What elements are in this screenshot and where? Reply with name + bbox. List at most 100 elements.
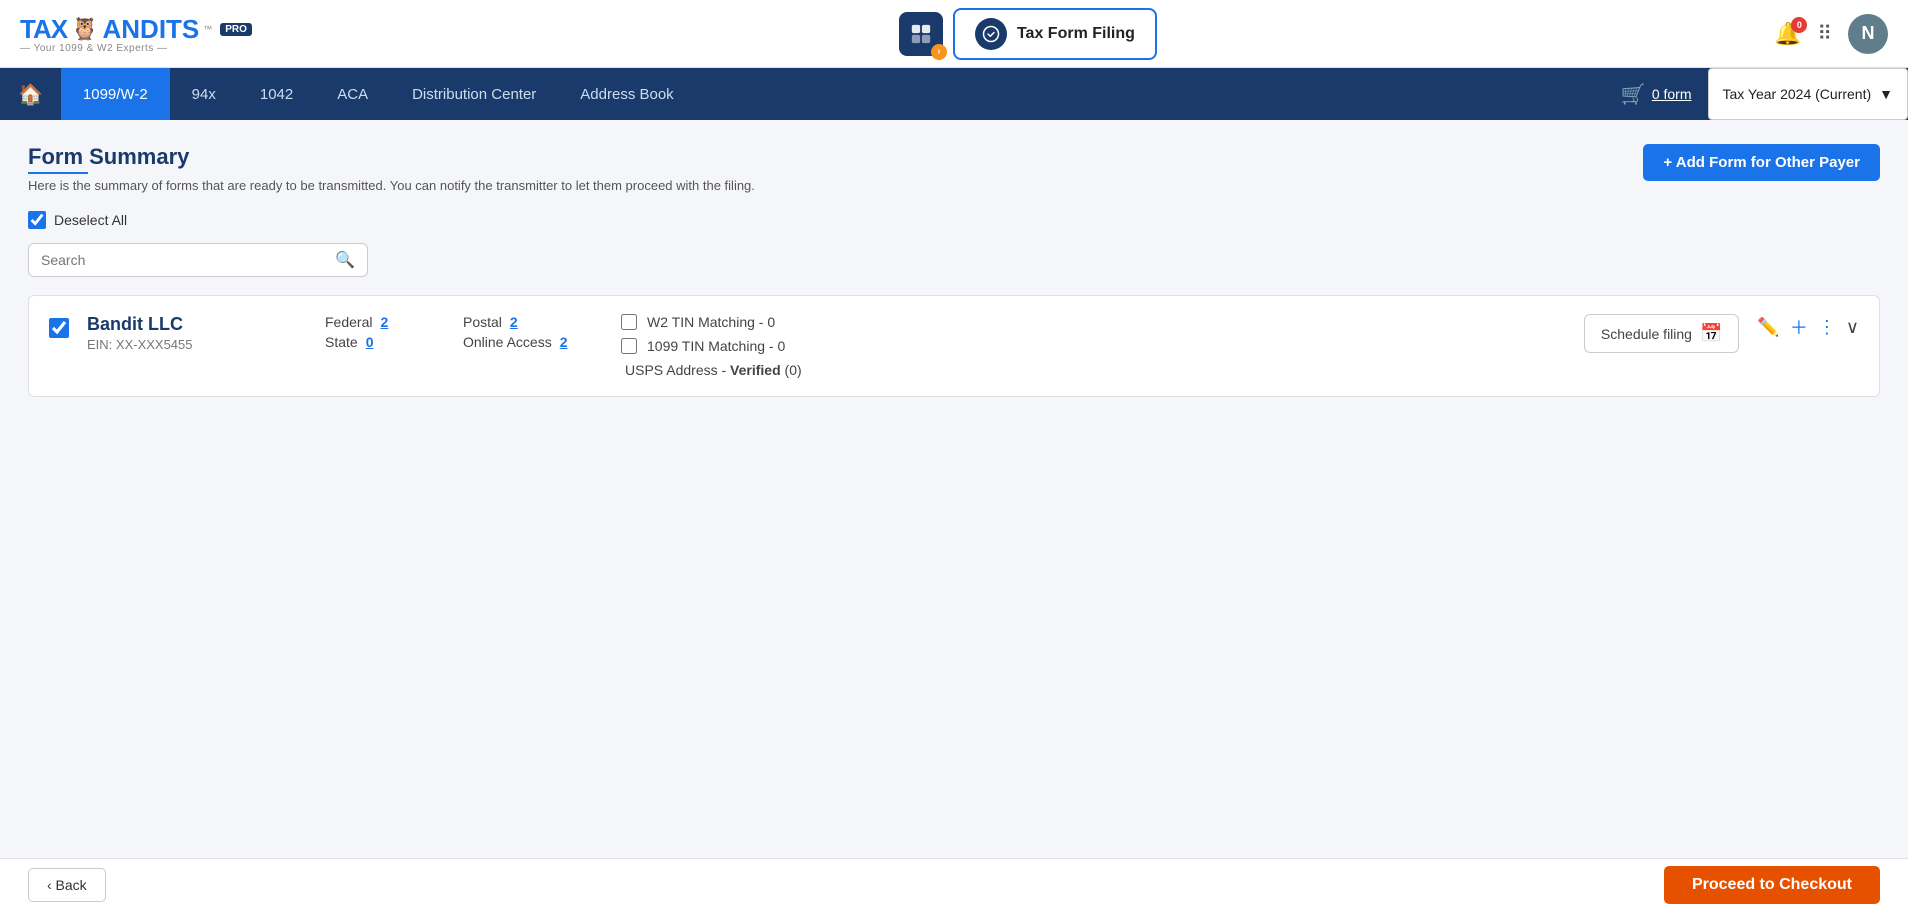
home-icon: 🏠 [18, 82, 43, 107]
search-input[interactable] [41, 252, 327, 268]
tm-badge: ™ [203, 24, 212, 34]
nav-item-1099w2-label: 1099/W-2 [83, 86, 148, 103]
action-icons: ✏️ ＋ ⋮ ∨ [1757, 314, 1859, 340]
proceed-to-checkout-button[interactable]: Proceed to Checkout [1664, 866, 1880, 904]
logo-andits: ANDITS [102, 14, 199, 45]
payer-card: Bandit LLC EIN: XX-XXX5455 Federal 2 Sta… [28, 295, 1880, 397]
form-summary-header: Form Summary Here is the summary of form… [28, 144, 1880, 193]
search-button[interactable]: 🔍 [335, 250, 355, 270]
nav-item-aca-label: ACA [337, 86, 368, 103]
schedule-filing-button[interactable]: Schedule filing 📅 [1584, 314, 1739, 353]
tax-year-dropdown[interactable]: Tax Year 2024 (Current) ▼ [1708, 68, 1908, 120]
header-right: 🔔 0 ⠿ N [1774, 14, 1888, 54]
w2-tin-label: W2 TIN Matching - 0 [647, 314, 775, 330]
payer-checkbox[interactable] [49, 318, 69, 338]
logo-tax: TAX [20, 14, 67, 45]
tax-year-chevron-icon: ▼ [1879, 86, 1893, 102]
footer-bar: ‹ Back Proceed to Checkout [0, 858, 1908, 910]
online-access-count-row: Online Access 2 [463, 334, 603, 350]
search-row: 🔍 [28, 243, 1880, 277]
nav-item-address-book[interactable]: Address Book [558, 68, 695, 120]
main-content: Form Summary Here is the summary of form… [0, 120, 1908, 858]
payer-extras: Postal 2 Online Access 2 [463, 314, 603, 350]
switch-icon [910, 23, 932, 45]
switch-arrow-badge: › [931, 44, 947, 60]
payer-info: Bandit LLC EIN: XX-XXX5455 [87, 314, 307, 352]
edit-icon: ✏️ [1757, 317, 1779, 337]
federal-label: Federal [325, 314, 372, 330]
pro-badge: PRO [220, 23, 252, 36]
logo-area: TAX 🦉 ANDITS ™ PRO — Your 1099 & W2 Expe… [20, 14, 252, 54]
postal-label: Postal [463, 314, 502, 330]
nav-item-1099w2[interactable]: 1099/W-2 [61, 68, 170, 120]
expand-icon: ∨ [1846, 317, 1859, 337]
search-icon: 🔍 [335, 252, 355, 269]
top-header: TAX 🦉 ANDITS ™ PRO — Your 1099 & W2 Expe… [0, 0, 1908, 68]
w2-tin-row: W2 TIN Matching - 0 [621, 314, 1566, 330]
tax-form-filing-label: Tax Form Filing [1017, 25, 1135, 43]
logo-tagline: — Your 1099 & W2 Experts — [20, 43, 168, 54]
schedule-filing-label: Schedule filing [1601, 326, 1692, 342]
tin1099-row: 1099 TIN Matching - 0 [621, 338, 1566, 354]
header-center: › Tax Form Filing [282, 8, 1774, 60]
state-count[interactable]: 0 [366, 334, 374, 350]
nav-bar: 🏠 1099/W-2 94x 1042 ACA Distribution Cen… [0, 68, 1908, 120]
page-title: Form Summary [28, 144, 755, 170]
edit-payer-button[interactable]: ✏️ [1757, 317, 1779, 338]
postal-count-row: Postal 2 [463, 314, 603, 330]
tax-form-filing-icon [975, 18, 1007, 50]
w2-tin-checkbox[interactable] [621, 314, 637, 330]
online-access-label: Online Access [463, 334, 552, 350]
usps-verified-label: Verified [730, 362, 781, 378]
back-button[interactable]: ‹ Back [28, 868, 106, 902]
add-icon: ＋ [1790, 318, 1808, 338]
nav-home-button[interactable]: 🏠 [0, 68, 61, 120]
grid-menu-button[interactable]: ⠿ [1817, 21, 1832, 46]
tin1099-label: 1099 TIN Matching - 0 [647, 338, 785, 354]
switch-app-button[interactable]: › [899, 12, 943, 56]
nav-item-94x[interactable]: 94x [170, 68, 238, 120]
calendar-icon: 📅 [1700, 323, 1722, 344]
nav-item-1042[interactable]: 1042 [238, 68, 315, 120]
usps-count: (0) [785, 362, 802, 378]
payer-name: Bandit LLC [87, 314, 307, 335]
nav-item-distribution-center-label: Distribution Center [412, 86, 536, 103]
postal-count[interactable]: 2 [510, 314, 518, 330]
cart-area[interactable]: 🛒 0 form [1605, 82, 1708, 107]
nav-item-1042-label: 1042 [260, 86, 293, 103]
nav-item-94x-label: 94x [192, 86, 216, 103]
notifications-badge: 0 [1791, 17, 1807, 33]
notifications-button[interactable]: 🔔 0 [1774, 21, 1801, 47]
tin1099-checkbox[interactable] [621, 338, 637, 354]
logo-main: TAX 🦉 ANDITS ™ PRO [20, 14, 252, 45]
deselect-row: Deselect All [28, 211, 1880, 229]
state-count-row: State 0 [325, 334, 445, 350]
more-icon: ⋮ [1818, 317, 1836, 337]
deselect-all-label[interactable]: Deselect All [54, 212, 127, 228]
title-divider [28, 172, 88, 174]
nav-item-aca[interactable]: ACA [315, 68, 390, 120]
logo-owl-icon: 🦉 [71, 16, 98, 42]
add-form-other-payer-button[interactable]: + Add Form for Other Payer [1643, 144, 1880, 181]
page-subtitle: Here is the summary of forms that are re… [28, 178, 755, 193]
state-label: State [325, 334, 358, 350]
online-access-count[interactable]: 2 [560, 334, 568, 350]
payer-counts: Federal 2 State 0 [325, 314, 445, 350]
federal-count-row: Federal 2 [325, 314, 445, 330]
payer-tin-section: W2 TIN Matching - 0 1099 TIN Matching - … [621, 314, 1566, 378]
cart-icon: 🛒 [1621, 82, 1646, 107]
tax-form-filing-button[interactable]: Tax Form Filing [953, 8, 1157, 60]
usps-label: USPS Address - [625, 362, 726, 378]
nav-item-distribution-center[interactable]: Distribution Center [390, 68, 558, 120]
deselect-all-checkbox[interactable] [28, 211, 46, 229]
more-options-button[interactable]: ⋮ [1818, 317, 1836, 338]
schedule-section: Schedule filing 📅 [1584, 314, 1739, 353]
tax-year-label: Tax Year 2024 (Current) [1723, 86, 1872, 102]
expand-payer-button[interactable]: ∨ [1846, 317, 1859, 338]
add-payer-button[interactable]: ＋ [1790, 314, 1808, 340]
cart-count[interactable]: 0 form [1652, 86, 1692, 102]
user-avatar-button[interactable]: N [1848, 14, 1888, 54]
federal-count[interactable]: 2 [380, 314, 388, 330]
usps-row: USPS Address - Verified (0) [621, 362, 1566, 378]
payer-ein: EIN: XX-XXX5455 [87, 337, 307, 352]
